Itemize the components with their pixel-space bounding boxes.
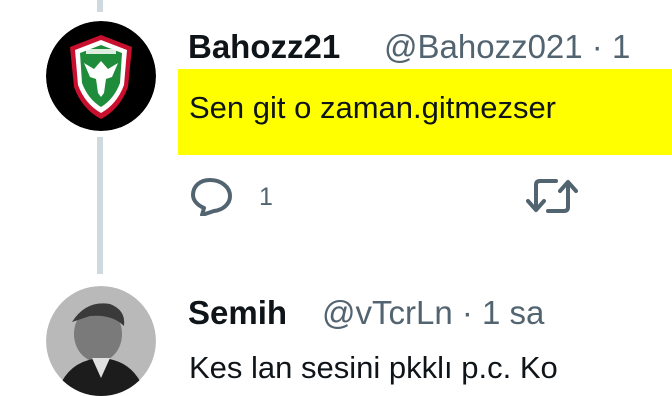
team-logo-avatar [46, 21, 156, 131]
author-handle[interactable]: @Bahozz021 · 1 [384, 28, 630, 66]
avatar[interactable] [46, 21, 156, 131]
avatar[interactable] [46, 286, 156, 396]
thread-line [97, 137, 103, 274]
portrait-avatar [46, 286, 156, 396]
tweet-text: Sen git o zaman.gitmezser [189, 90, 557, 125]
thread-line-top [97, 0, 103, 12]
retweet-button[interactable] [526, 175, 578, 222]
author-name[interactable]: Bahozz21 [188, 28, 340, 66]
retweet-icon [526, 179, 578, 213]
reply-count: 1 [259, 183, 273, 211]
tweet-text: Kes lan sesini pkklı p.c. Ko [189, 350, 558, 385]
author-handle[interactable]: @vTcrLn · 1 sa [322, 294, 544, 332]
reply-icon [191, 178, 232, 217]
author-name[interactable]: Semih [188, 294, 287, 332]
reply-button[interactable] [190, 176, 236, 221]
